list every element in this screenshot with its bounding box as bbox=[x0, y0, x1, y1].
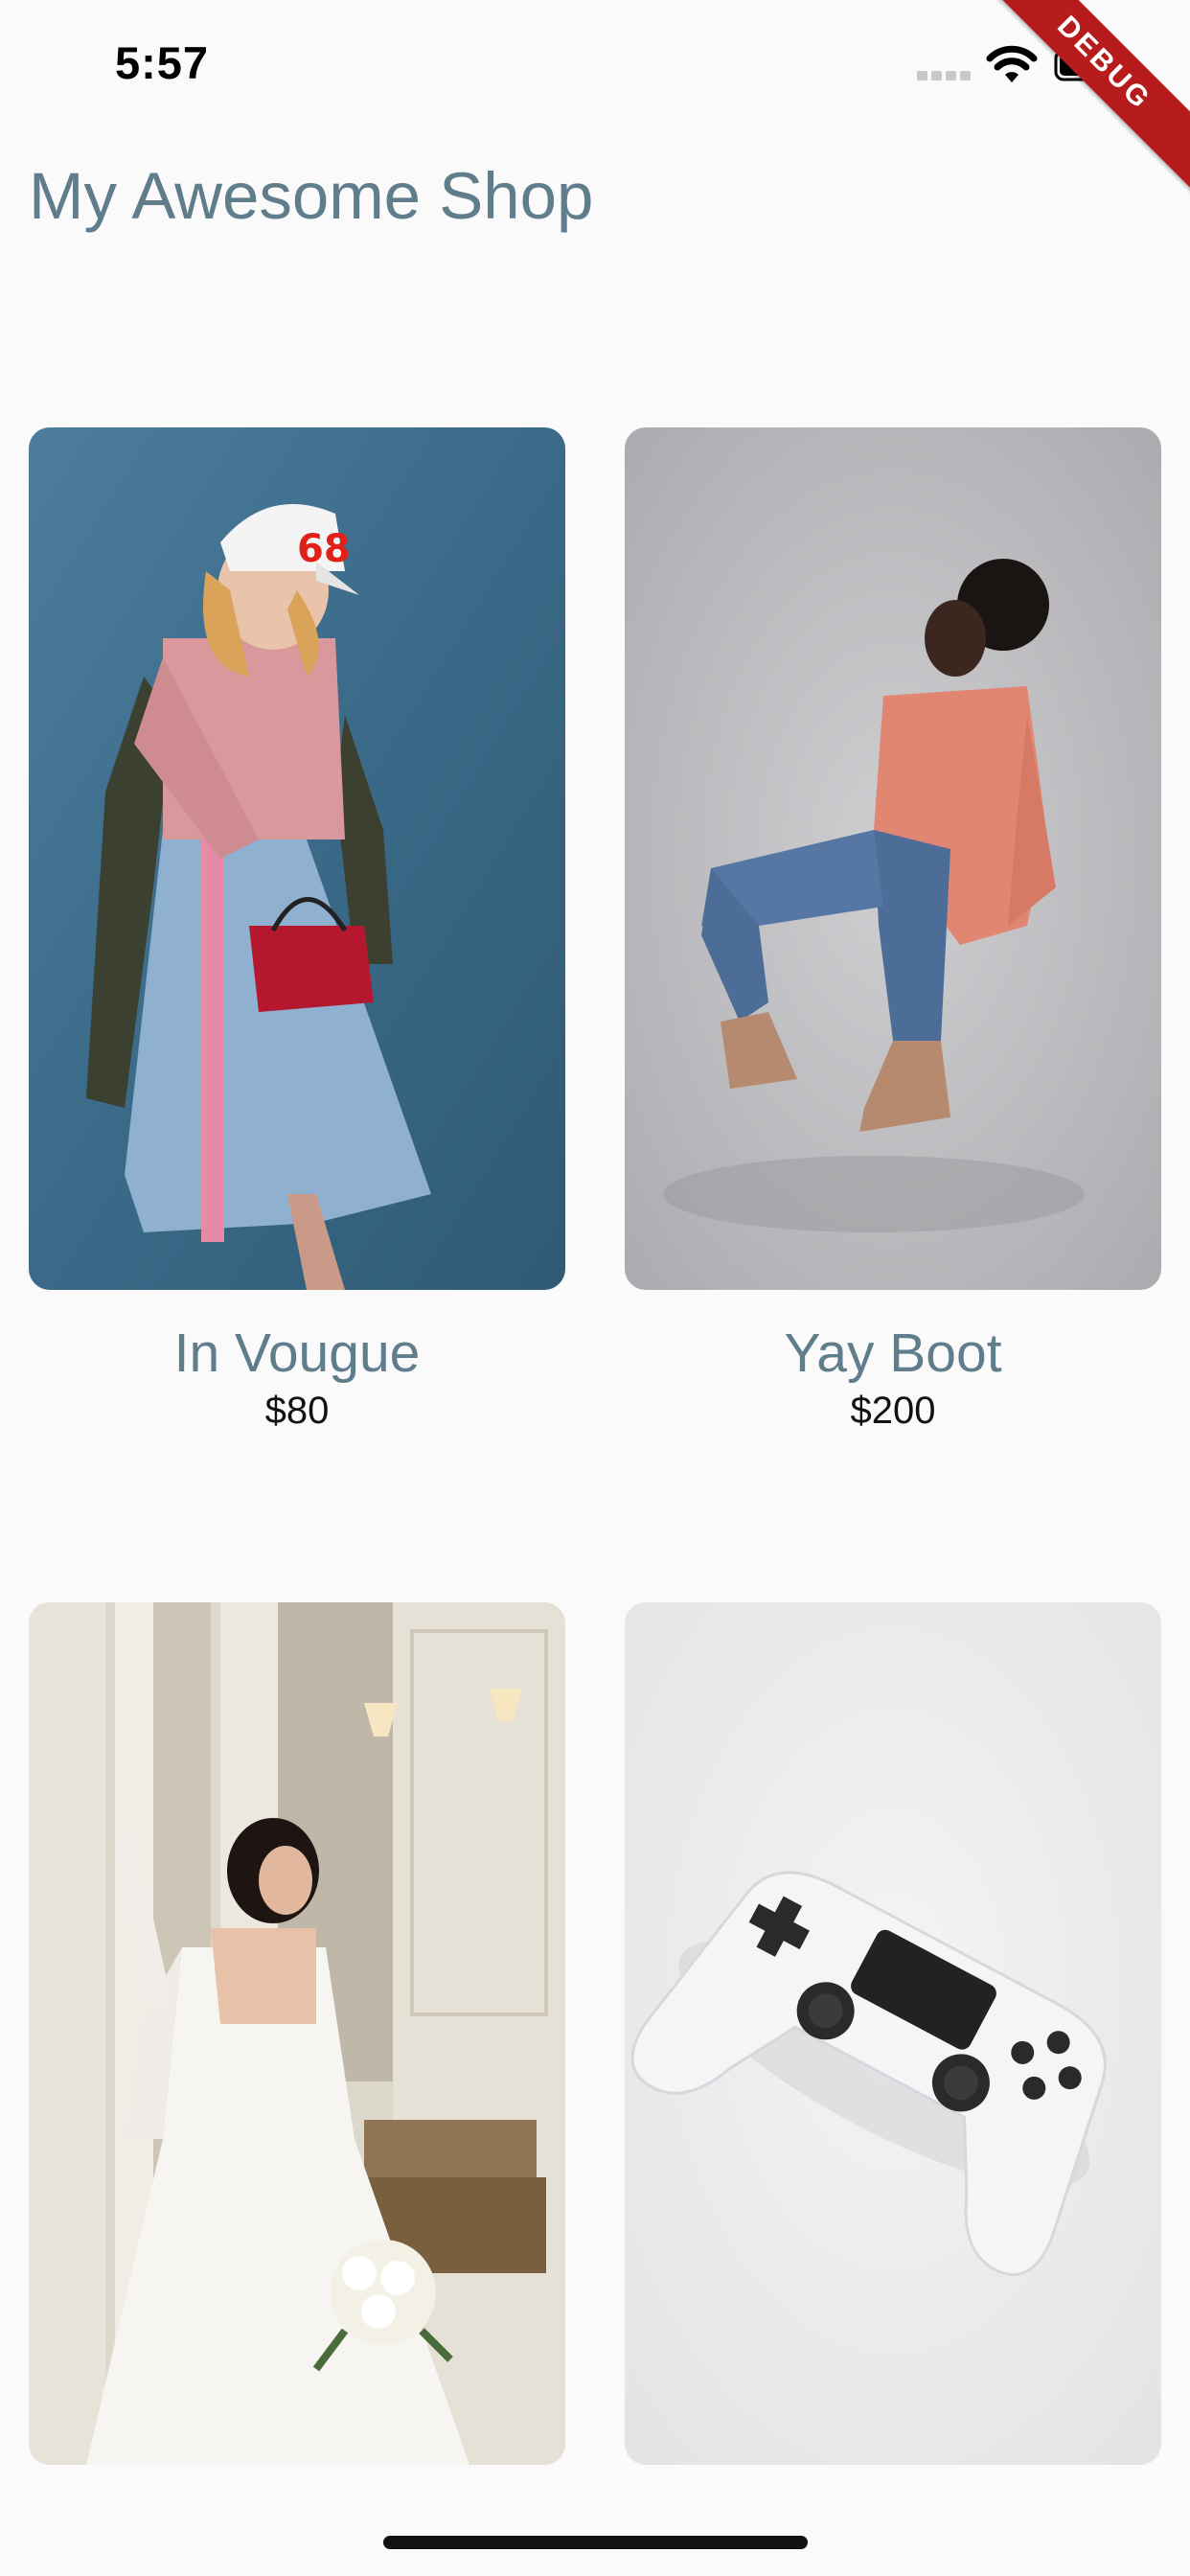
woman-jeans-boots-photo[interactable] bbox=[625, 427, 1161, 1290]
product-price: $80 bbox=[264, 1389, 330, 1432]
product-card-2[interactable]: Yay Boot $200 bbox=[625, 427, 1161, 1432]
product-name[interactable]: In Vougue bbox=[29, 1323, 565, 1384]
product-card-3[interactable] bbox=[29, 1602, 565, 2465]
product-price: $200 bbox=[850, 1389, 936, 1432]
bride-wedding-dress-photo[interactable] bbox=[29, 1602, 565, 2465]
home-indicator[interactable] bbox=[383, 2536, 808, 2549]
wifi-icon bbox=[986, 45, 1038, 82]
cellular-signal-icon bbox=[917, 71, 971, 80]
status-bar: 5:57 bbox=[0, 0, 1190, 126]
svg-text:68: 68 bbox=[297, 527, 351, 571]
game-controller-photo[interactable] bbox=[625, 1602, 1161, 2465]
page-title: My Awesome Shop bbox=[29, 159, 594, 233]
status-time: 5:57 bbox=[115, 37, 210, 88]
product-card-4[interactable] bbox=[625, 1602, 1161, 2465]
product-name[interactable]: Yay Boot bbox=[625, 1323, 1161, 1384]
woman-pink-sweater-photo[interactable]: 68 bbox=[29, 427, 565, 1290]
product-card-1[interactable]: 68 In Vougue $80 bbox=[29, 427, 565, 1432]
